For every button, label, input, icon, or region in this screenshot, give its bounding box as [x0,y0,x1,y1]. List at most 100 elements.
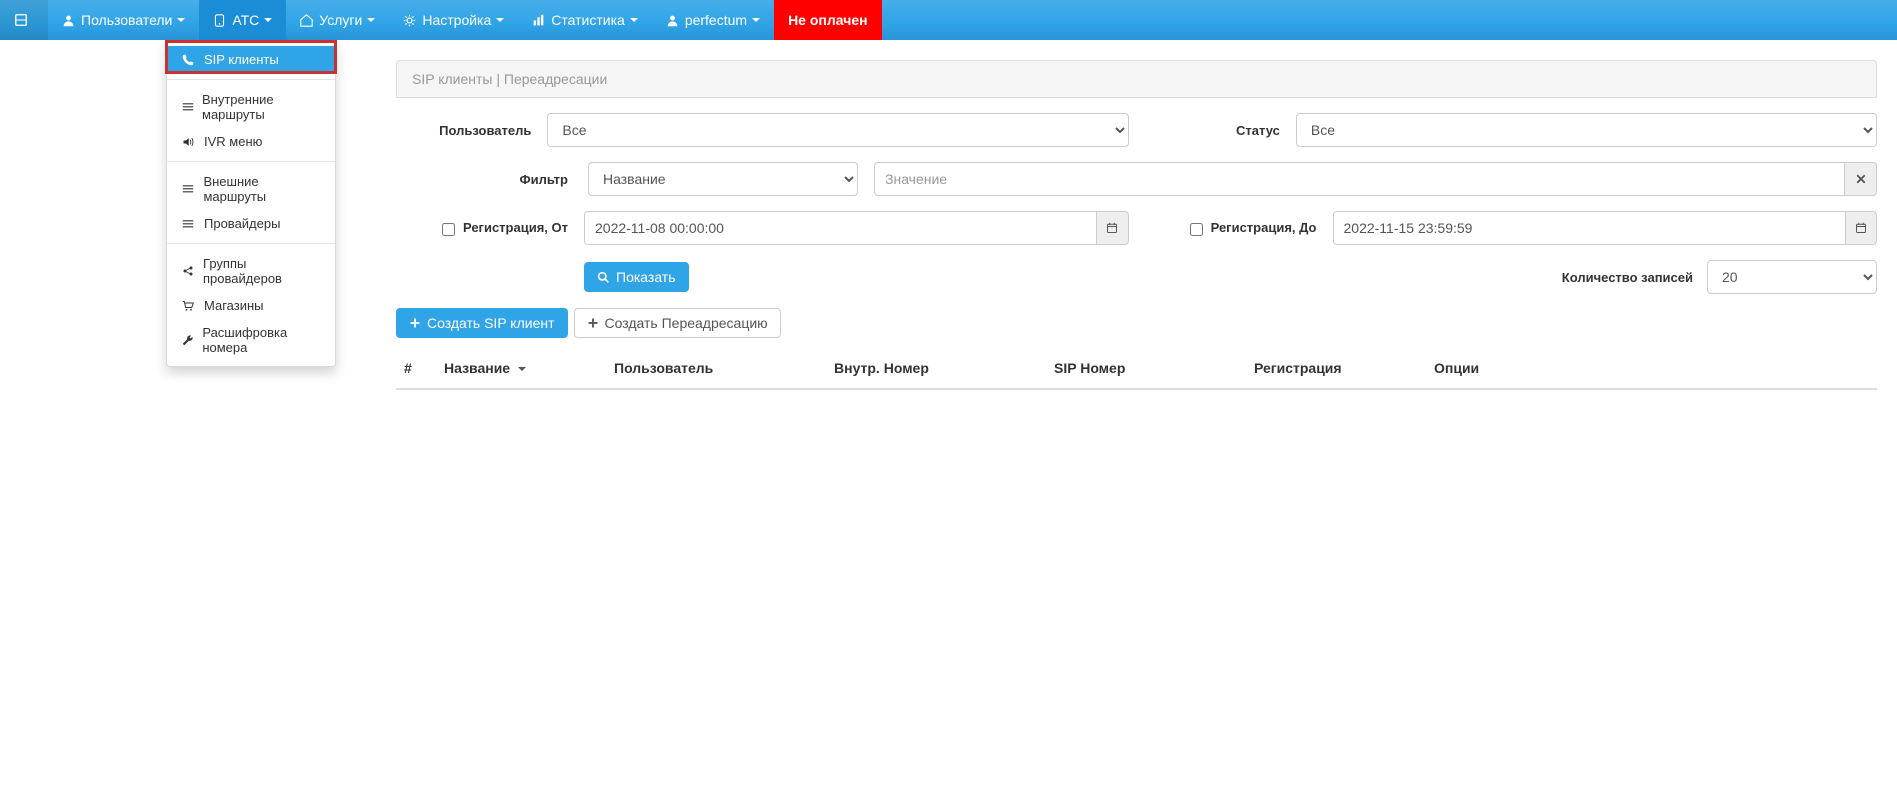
create-redirect-label: Создать Переадресацию [605,315,768,331]
dd-number-decode-label: Расшифровка номера [202,325,320,355]
nav-statistics-label: Статистика [551,12,625,28]
main-panel: SIP клиенты | Переадресации Пользователь… [396,60,1877,405]
dd-providers[interactable]: Провайдеры [167,210,335,237]
filter-row-registration: Регистрация, От Регистрация, До [396,211,1877,245]
caret-down-icon [630,18,638,22]
dd-external-routes[interactable]: Внешние маршруты [167,168,335,210]
reg-from-calendar-button[interactable] [1096,211,1128,245]
col-registration[interactable]: Регистрация [1246,352,1426,389]
caret-down-icon [496,18,504,22]
caret-down-icon [752,18,760,22]
breadcrumb-sip[interactable]: SIP клиенты [412,71,492,87]
records-select[interactable]: 20 [1707,260,1877,294]
dropdown-separator [167,243,335,244]
nav-services-label: Услуги [319,12,362,28]
caret-down-icon [264,18,272,22]
nav-users-label: Пользователи [81,12,172,28]
volume-icon [182,136,196,148]
dd-provider-groups-label: Группы провайдеров [203,256,320,286]
records-label: Количество записей [1562,270,1693,285]
dd-internal-routes-label: Внутренние маршруты [202,92,320,122]
wrench-icon [182,334,194,346]
col-int-number[interactable]: Внутр. Номер [826,352,1046,389]
dd-external-routes-label: Внешние маршруты [203,174,320,204]
calendar-icon [1106,222,1118,234]
nav-user-account[interactable]: perfectum [652,0,774,40]
sort-caret-icon [518,367,526,371]
dd-internal-routes[interactable]: Внутренние маршруты [167,86,335,128]
reg-from-checkbox[interactable] [442,223,455,236]
dropdown-separator [167,161,335,162]
reg-to-label-text: Регистрация, До [1211,220,1317,235]
atc-dropdown: SIP клиенты Внутренние маршруты IVR меню… [166,40,336,367]
nav-statistics[interactable]: Статистика [518,0,652,40]
filter-label: Фильтр [396,172,572,187]
user-select[interactable]: Все [547,113,1128,147]
dropdown-separator [167,79,335,80]
nav-services[interactable]: Услуги [286,0,389,40]
breadcrumb: SIP клиенты | Переадресации [396,60,1877,98]
user-icon [62,14,75,27]
calendar-icon [1855,222,1867,234]
list-icon [182,101,194,113]
breadcrumb-redirections[interactable]: Переадресации [504,71,607,87]
col-name-label: Название [444,360,510,376]
dd-sip-clients[interactable]: SIP клиенты [167,46,335,73]
dd-number-decode[interactable]: Расшифровка номера [167,319,335,361]
panel-body: Пользователь Все Статус Все Фильтр Назва… [396,98,1877,405]
dd-ivr-menu-label: IVR меню [204,134,262,149]
col-sip-number[interactable]: SIP Номер [1046,352,1246,389]
sip-clients-table: # Название Пользователь Внутр. Номер SIP… [396,352,1877,390]
gear-icon [403,14,416,27]
col-options[interactable]: Опции [1426,352,1877,389]
plus-icon [587,317,599,329]
stats-icon [532,14,545,27]
top-navbar: Пользователи АТС Услуги Настройка Статис… [0,0,1897,40]
show-button[interactable]: Показать [584,262,689,292]
phone-icon [213,14,226,27]
filter-by-select[interactable]: Название [588,162,858,196]
filter-value-input[interactable] [874,162,1844,196]
col-user[interactable]: Пользователь [606,352,826,389]
nav-atc-label: АТС [232,12,259,28]
user-label: Пользователь [396,123,535,138]
dd-provider-groups[interactable]: Группы провайдеров [167,250,335,292]
reg-to-input[interactable] [1333,211,1845,245]
dd-sip-clients-label: SIP клиенты [204,52,279,67]
nav-users[interactable]: Пользователи [48,0,199,40]
plus-icon [409,317,421,329]
search-icon [597,271,610,284]
caret-down-icon [367,18,375,22]
breadcrumb-sep: | [496,71,504,87]
create-redirect-button[interactable]: Создать Переадресацию [574,308,781,338]
nav-home-icon[interactable] [0,0,48,40]
filter-row-filter: Фильтр Название [396,162,1877,196]
close-icon [1855,173,1867,185]
reg-to-checkbox[interactable] [1190,223,1203,236]
tag-icon [300,14,313,27]
reg-to-calendar-button[interactable] [1845,211,1877,245]
dd-providers-label: Провайдеры [204,216,280,231]
clear-filter-button[interactable] [1844,162,1877,196]
status-select[interactable]: Все [1296,113,1877,147]
filter-row-user-status: Пользователь Все Статус Все [396,113,1877,147]
nav-unpaid[interactable]: Не оплачен [774,0,882,40]
dd-shops[interactable]: Магазины [167,292,335,319]
reg-from-label: Регистрация, От [396,220,572,235]
create-sip-button[interactable]: Создать SIP клиент [396,308,568,338]
reg-from-label-text: Регистрация, От [463,220,568,235]
reg-from-input[interactable] [584,211,1096,245]
list-icon [182,183,195,195]
col-name[interactable]: Название [436,352,606,389]
dd-ivr-menu[interactable]: IVR меню [167,128,335,155]
nav-unpaid-label: Не оплачен [788,12,868,28]
cart-icon [182,300,196,312]
phone-icon [182,54,196,66]
nav-settings[interactable]: Настройка [389,0,518,40]
col-num[interactable]: # [396,352,436,389]
dd-shops-label: Магазины [204,298,264,313]
nav-atc[interactable]: АТС [199,0,286,40]
actions-row: Показать Количество записей 20 [396,260,1877,294]
share-icon [182,265,195,277]
nav-user-label: perfectum [685,12,747,28]
